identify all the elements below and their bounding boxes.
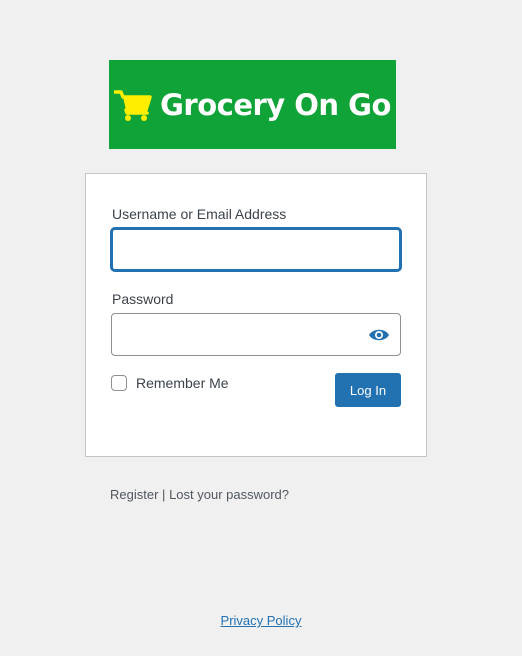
password-label: Password xyxy=(112,291,174,307)
login-nav: Register | Lost your password? xyxy=(110,487,289,502)
log-in-button[interactable]: Log In xyxy=(335,373,401,407)
eye-icon xyxy=(369,329,389,341)
shopping-cart-icon xyxy=(114,89,152,121)
remember-me[interactable]: Remember Me xyxy=(111,375,229,391)
username-input[interactable] xyxy=(111,228,401,271)
lost-password-link[interactable]: Lost your password? xyxy=(169,487,289,502)
logo-brand-text: Grocery On Go xyxy=(160,87,391,122)
remember-me-label: Remember Me xyxy=(136,375,229,391)
privacy-policy: Privacy Policy xyxy=(0,613,522,628)
login-form: Username or Email Address Password Remem… xyxy=(85,173,427,457)
register-link[interactable]: Register xyxy=(110,487,158,502)
password-input[interactable] xyxy=(111,313,401,356)
username-label: Username or Email Address xyxy=(112,206,287,222)
remember-me-checkbox[interactable] xyxy=(111,375,127,391)
privacy-policy-link[interactable]: Privacy Policy xyxy=(221,613,302,628)
nav-separator: | xyxy=(162,487,166,502)
site-logo[interactable]: Grocery On Go xyxy=(109,60,396,149)
show-password-button[interactable] xyxy=(366,324,392,346)
